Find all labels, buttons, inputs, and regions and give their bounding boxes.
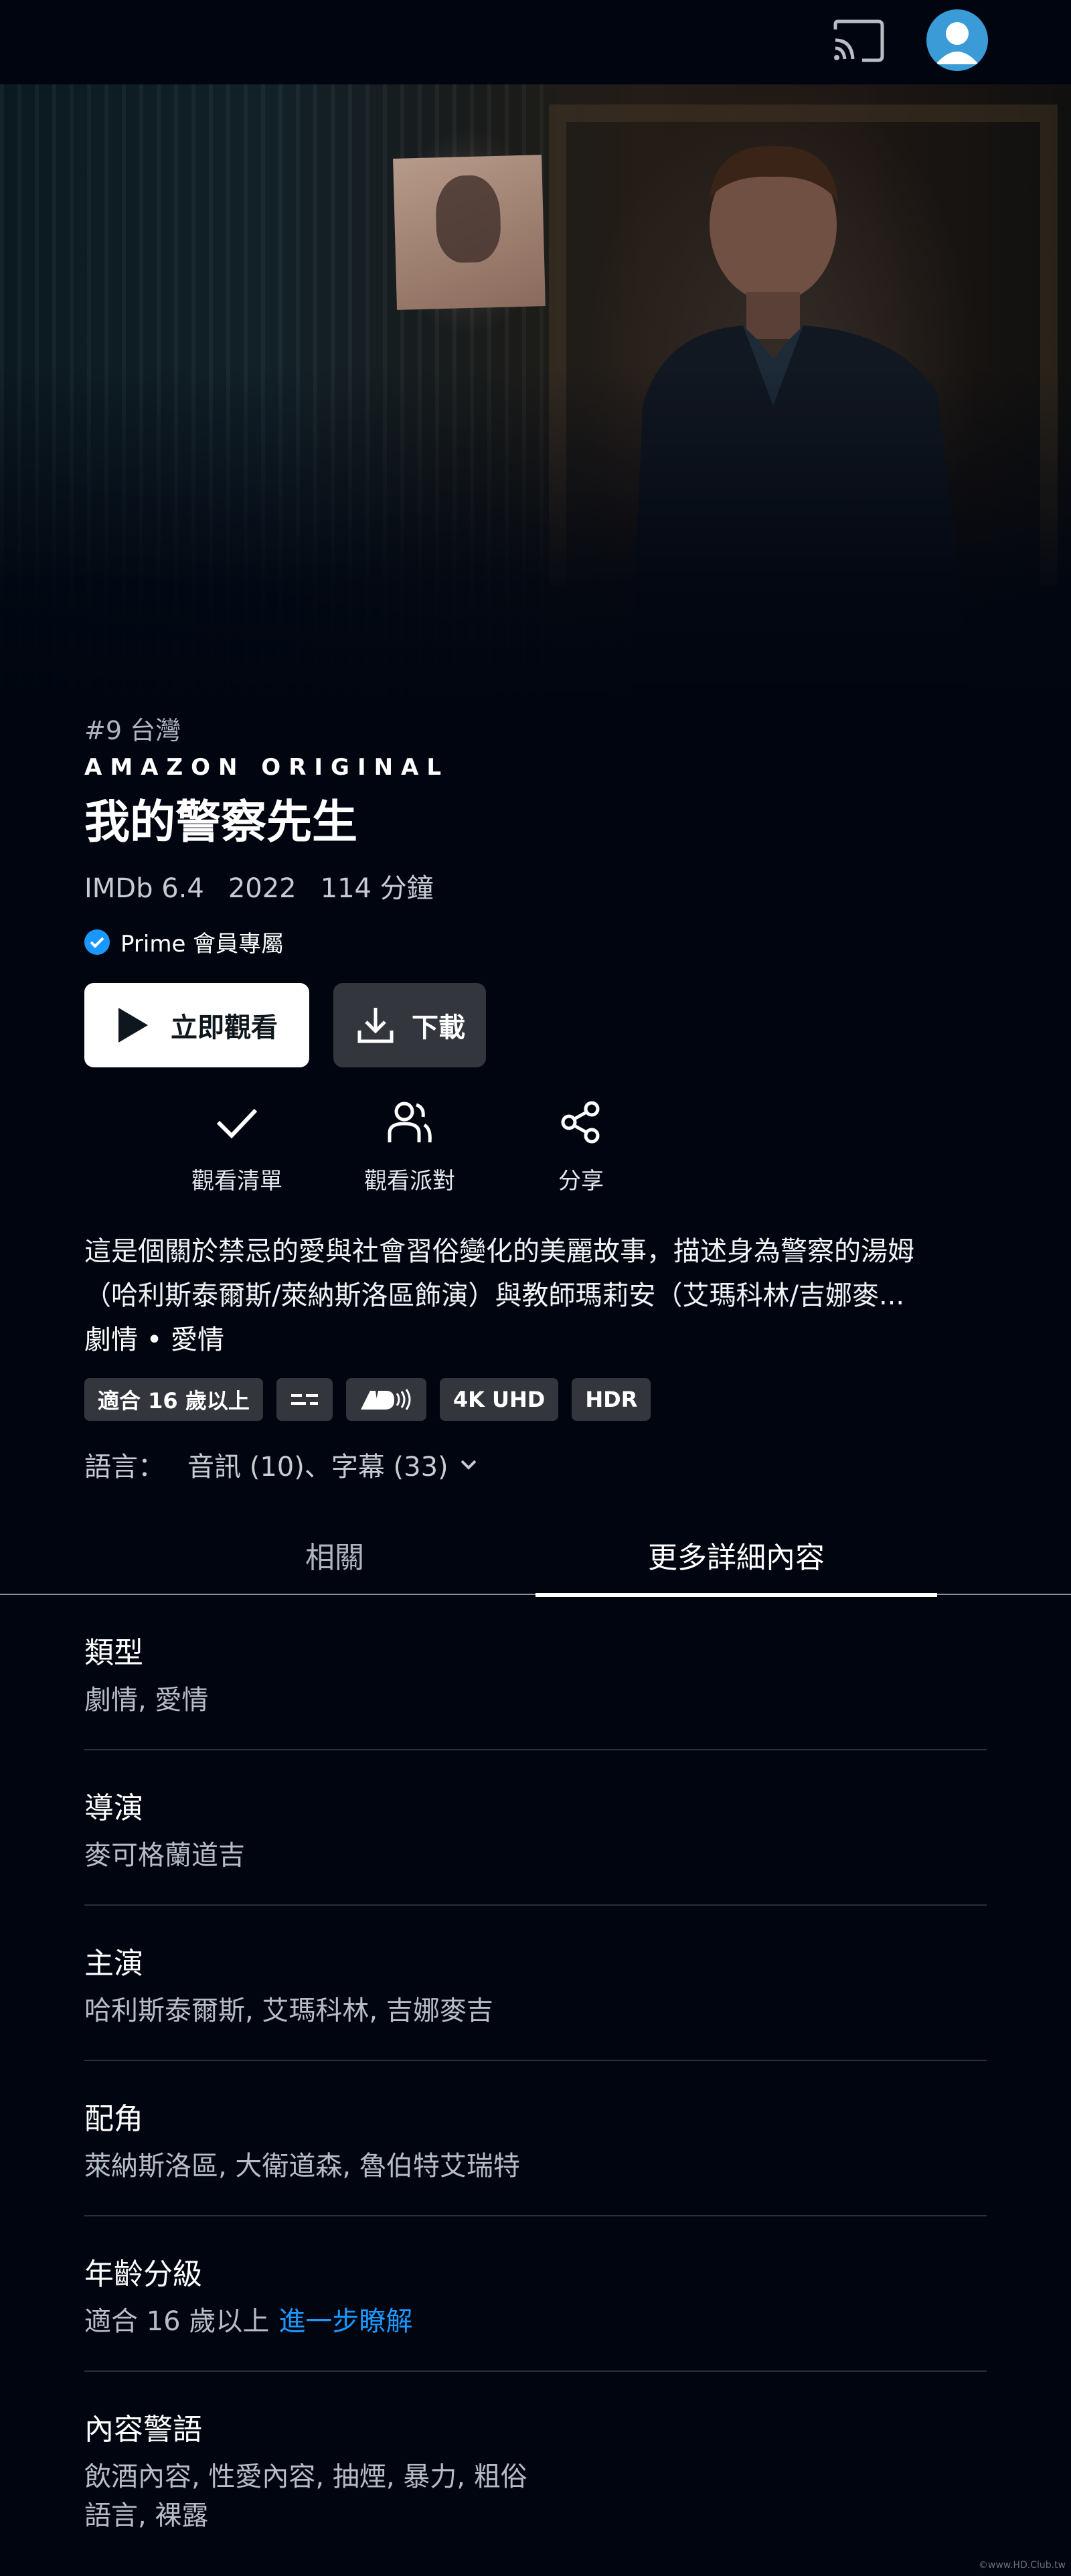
share-button[interactable]: 分享 bbox=[507, 1098, 655, 1195]
detail-value: 萊納斯洛區, 大衛道森, 魯伯特艾瑞特 bbox=[84, 2151, 520, 2182]
learn-more-link[interactable]: 進一步瞭解 bbox=[278, 2306, 412, 2337]
runtime: 114 分鐘 bbox=[320, 873, 434, 904]
age-rating-value: 適合 16 歲以上 bbox=[84, 2306, 270, 2337]
watch-now-label: 立即觀看 bbox=[171, 1012, 278, 1043]
details-list: 類型 劇情, 愛情 導演 麥可格蘭道吉 主演 哈利斯泰爾斯, 艾瑪科林, 吉娜麥… bbox=[84, 1595, 987, 2569]
detail-supporting: 配角 萊納斯洛區, 大衛道森, 魯伯特艾瑞特 bbox=[84, 2061, 987, 2216]
prime-badge: Prime 會員專屬 bbox=[84, 925, 284, 958]
top-bar bbox=[0, 0, 1071, 84]
detail-value: 麥可格蘭道吉 bbox=[84, 1840, 245, 1871]
detail-heading: 主演 bbox=[84, 1947, 143, 1981]
watchlist-label: 觀看清單 bbox=[191, 1168, 282, 1195]
watermark: ©www.HD.Club.tw bbox=[978, 2560, 1066, 2571]
download-icon bbox=[357, 1008, 394, 1043]
genre-tags: 劇情 • 愛情 bbox=[84, 1324, 225, 1355]
detail-heading: 配角 bbox=[84, 2102, 143, 2136]
user-avatar-icon[interactable] bbox=[926, 9, 988, 71]
badge-row: 適合 16 歲以上 4K UHD HDR bbox=[84, 1378, 651, 1421]
synopsis-line: 這是個關於禁忌的愛與社會習俗變化的美麗故事，描述身為警察的湯姆 bbox=[84, 1236, 914, 1267]
detail-value: 適合 16 歲以上 進一步瞭解 bbox=[84, 2302, 987, 2341]
share-icon bbox=[561, 1101, 600, 1144]
detail-value: 飲酒內容, 性愛內容, 抽煙, 暴力, 粗俗 語言, 裸露 bbox=[84, 2457, 987, 2535]
audio-description-icon bbox=[345, 1378, 426, 1421]
synopsis-line: （哈利斯泰爾斯/萊納斯洛區飾演）與教師瑪莉安（艾瑪科林/吉娜麥... bbox=[84, 1280, 905, 1311]
detail-director: 導演 麥可格蘭道吉 bbox=[84, 1750, 987, 1906]
detail-heading: 類型 bbox=[84, 1636, 143, 1670]
tab-more-details[interactable]: 更多詳細內容 bbox=[536, 1515, 937, 1597]
language-label: 語言： bbox=[84, 1452, 165, 1483]
watch-party-label: 觀看派對 bbox=[364, 1168, 455, 1195]
synopsis[interactable]: 這是個關於禁忌的愛與社會習俗變化的美麗故事，描述身為警察的湯姆 （哈利斯泰爾斯/… bbox=[84, 1229, 988, 1318]
download-button[interactable]: 下載 bbox=[333, 983, 486, 1067]
tab-more-details-label: 更多詳細內容 bbox=[648, 1541, 825, 1575]
play-icon bbox=[118, 1008, 148, 1043]
release-year: 2022 bbox=[228, 873, 297, 904]
content-warning-line: 語言, 裸露 bbox=[84, 2500, 209, 2531]
language-value: 音訊 (10)、字幕 (33) bbox=[187, 1452, 448, 1483]
detail-heading: 導演 bbox=[84, 1791, 143, 1825]
download-label: 下載 bbox=[412, 1012, 465, 1043]
uhd-badge: 4K UHD bbox=[439, 1378, 559, 1421]
meta-row: IMDb 6.4 2022 114 分鐘 bbox=[84, 866, 458, 905]
detail-heading: 年齡分級 bbox=[84, 2257, 202, 2291]
watchlist-button[interactable]: 觀看清單 bbox=[163, 1098, 311, 1195]
detail-tabs: 相關 更多詳細內容 bbox=[0, 1515, 1071, 1597]
detail-heading: 內容警語 bbox=[84, 2413, 202, 2447]
check-icon bbox=[216, 1108, 258, 1139]
share-label: 分享 bbox=[558, 1168, 604, 1195]
content-warning-line: 飲酒內容, 性愛內容, 抽煙, 暴力, 粗俗 bbox=[84, 2461, 527, 2492]
prime-check-icon bbox=[84, 929, 110, 955]
detail-starring: 主演 哈利斯泰爾斯, 艾瑪科林, 吉娜麥吉 bbox=[84, 1906, 987, 2061]
watch-now-button[interactable]: 立即觀看 bbox=[84, 983, 309, 1067]
detail-value: 劇情, 愛情 bbox=[84, 1685, 209, 1716]
detail-age-rating: 年齡分級 適合 16 歲以上 進一步瞭解 bbox=[84, 2216, 987, 2372]
top10-rank: #9 台灣 bbox=[84, 716, 181, 745]
age-rating-badge: 適合 16 歲以上 bbox=[84, 1378, 263, 1421]
watch-party-button[interactable]: 觀看派對 bbox=[336, 1098, 483, 1195]
hdr-badge: HDR bbox=[572, 1378, 651, 1421]
hero-image bbox=[0, 84, 1071, 707]
watch-party-icon bbox=[388, 1102, 432, 1143]
cast-icon[interactable] bbox=[830, 17, 888, 66]
amazon-original-label: AMAZON ORIGINAL bbox=[84, 754, 450, 781]
tab-related[interactable]: 相關 bbox=[134, 1515, 536, 1595]
detail-content-warning: 內容警語 飲酒內容, 性愛內容, 抽煙, 暴力, 粗俗 語言, 裸露 bbox=[84, 2372, 987, 2569]
imdb-rating: IMDb 6.4 bbox=[84, 873, 204, 904]
page-title: 我的警察先生 bbox=[84, 796, 358, 849]
subtitles-icon bbox=[276, 1378, 333, 1421]
detail-value: 哈利斯泰爾斯, 艾瑪科林, 吉娜麥吉 bbox=[84, 1995, 493, 2026]
detail-genre: 類型 劇情, 愛情 bbox=[84, 1595, 987, 1750]
prime-badge-label: Prime 會員專屬 bbox=[120, 931, 284, 958]
language-selector[interactable]: 語言： 音訊 (10)、字幕 (33) bbox=[84, 1445, 481, 1484]
chevron-down-icon bbox=[461, 1460, 477, 1470]
